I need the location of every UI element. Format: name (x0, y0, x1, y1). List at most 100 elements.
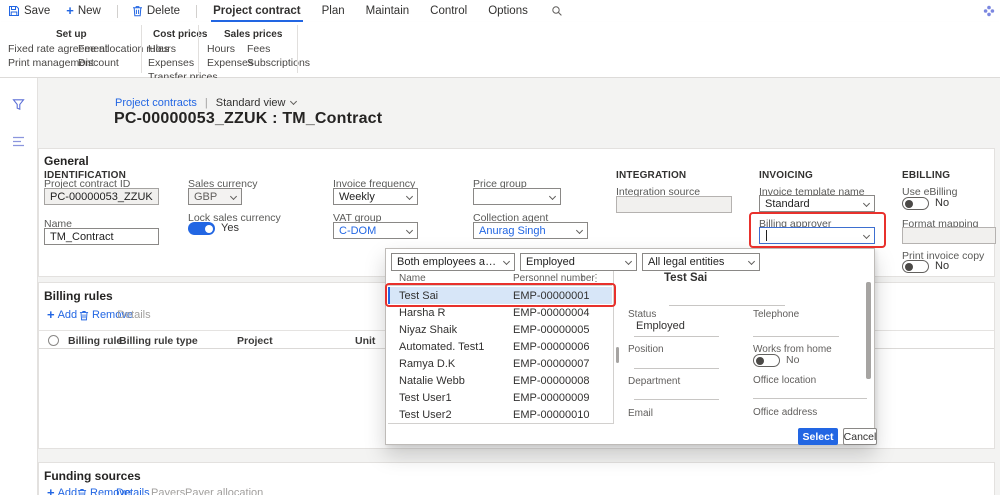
tab-project-contract[interactable]: Project contract (211, 0, 303, 22)
flyout-scrollbar[interactable] (866, 282, 871, 379)
details-label: Details (117, 309, 151, 321)
price-group-combo[interactable] (473, 188, 561, 205)
ribbon-item-cost-hours[interactable]: Hours (148, 43, 176, 55)
chevron-down-icon (624, 257, 633, 266)
cancel-button[interactable]: Cancel (843, 428, 877, 445)
select-button[interactable]: Select (798, 428, 838, 445)
row-personnel-number: EMP-00000008 (513, 375, 590, 387)
lookup-row-natalie-webb[interactable]: Natalie Webb EMP-00000008 (388, 372, 612, 389)
breadcrumb: Project contracts | Standard view (115, 97, 297, 109)
payers-label: Payers (151, 487, 186, 495)
use-ebilling-toggle[interactable] (902, 197, 929, 210)
add-label: Add (57, 487, 78, 495)
invoice-frequency-value: Weekly (339, 190, 375, 203)
filter-funnel-icon[interactable] (12, 98, 25, 111)
save-button[interactable]: Save (8, 5, 50, 17)
vat-group-value: C-DOM (339, 224, 377, 237)
kebab-menu-icon[interactable]: ⋮ (591, 273, 601, 284)
employment-filter-combo[interactable]: Employed (520, 253, 637, 271)
row-personnel-number: EMP-00000007 (513, 358, 590, 370)
status-value: Employed (636, 320, 685, 332)
ribbon-item-cost-expenses[interactable]: Expenses (148, 57, 194, 69)
row-personnel-number: EMP-00000001 (513, 290, 590, 302)
gear-icon[interactable] (983, 5, 995, 17)
row-name: Test Sai (399, 290, 439, 302)
funding-sources-payer-allocation-button[interactable]: Payer allocation (185, 487, 263, 495)
delete-label: Delete (146, 5, 181, 17)
task-list-icon[interactable] (12, 136, 25, 147)
lookup-row-ramya-dk[interactable]: Ramya D.K EMP-00000007 (388, 355, 612, 372)
print-invoice-copy-value: No (935, 260, 950, 272)
sales-currency-combo[interactable]: GBP (188, 188, 242, 205)
billing-rules-details-button[interactable]: Details (117, 309, 151, 321)
trash-icon (132, 5, 143, 17)
save-icon (8, 5, 20, 17)
legal-entity-filter-combo[interactable]: All legal entities (642, 253, 760, 271)
search-icon[interactable] (551, 5, 563, 17)
ribbon-item-fees[interactable]: Fees (247, 43, 270, 55)
billing-rules-section-title[interactable]: Billing rules (44, 289, 113, 303)
trash-icon (77, 488, 87, 495)
save-label: Save (24, 5, 51, 17)
lookup-row-test-sai[interactable]: Test Sai EMP-00000001 (388, 287, 612, 304)
lookup-row-test-user2[interactable]: Test User2 EMP-00000010 (388, 406, 612, 423)
print-invoice-copy-toggle[interactable] (902, 260, 929, 273)
select-all-radio[interactable] (48, 335, 59, 346)
new-button[interactable]: + New (66, 4, 101, 17)
invoice-frequency-combo[interactable]: Weekly (333, 188, 418, 205)
delete-button[interactable]: Delete (132, 5, 180, 17)
vat-group-combo[interactable]: C-DOM (333, 222, 418, 239)
chevron-down-icon (502, 257, 511, 266)
field-underline (753, 398, 867, 399)
breadcrumb-link-project-contracts[interactable]: Project contracts (115, 97, 197, 109)
tab-plan[interactable]: Plan (320, 0, 347, 22)
format-mapping-field (902, 227, 996, 244)
column-header-name[interactable]: Name (399, 273, 426, 284)
works-from-home-toggle[interactable] (753, 354, 780, 367)
lookup-row-harsha-r[interactable]: Harsha R EMP-00000004 (388, 304, 612, 321)
plus-icon: + (47, 307, 55, 322)
invoice-template-name-combo[interactable]: Standard (759, 195, 875, 212)
tab-maintain[interactable]: Maintain (364, 0, 411, 22)
breadcrumb-separator: | (204, 97, 208, 109)
lookup-row-test-user1[interactable]: Test User1 EMP-00000009 (388, 389, 612, 406)
ribbon-item-discount[interactable]: Discount (78, 57, 119, 69)
view-selector[interactable]: Standard view (216, 97, 297, 109)
project-contract-id-field[interactable] (44, 188, 159, 205)
lookup-row-niyaz-shaik[interactable]: Niyaz Shaik EMP-00000005 (388, 321, 612, 338)
status-label: Status (628, 309, 657, 320)
row-name: Automated. Test1 (399, 341, 485, 353)
funding-sources-details-button[interactable]: Details (116, 487, 150, 495)
ribbon-item-sales-hours[interactable]: Hours (207, 43, 235, 55)
legal-entity-filter-value: All legal entities (648, 256, 725, 268)
works-from-home-value: No (786, 354, 800, 366)
worker-type-filter-value: Both employees and contract... (397, 256, 498, 268)
tab-options[interactable]: Options (486, 0, 530, 22)
sort-ascending-icon: ↑ (580, 273, 585, 284)
grid-scrollbar[interactable] (616, 347, 619, 363)
collection-agent-combo[interactable]: Anurag Singh (473, 222, 588, 239)
tab-control[interactable]: Control (428, 0, 469, 22)
name-field[interactable] (44, 228, 159, 245)
funding-sources-section-title[interactable]: Funding sources (44, 469, 141, 483)
funding-sources-add-button[interactable]: + Add (47, 485, 78, 495)
column-header-unit[interactable]: Unit (355, 335, 375, 347)
divider (669, 305, 785, 306)
chevron-down-icon (575, 226, 584, 235)
billing-approver-combo[interactable] (759, 227, 875, 244)
column-header-billing-rule-type[interactable]: Billing rule type (119, 335, 198, 347)
plus-icon: + (47, 485, 55, 495)
collection-agent-value: Anurag Singh (479, 224, 546, 237)
column-header-billing-rule[interactable]: Billing rule (68, 335, 122, 347)
office-address-label: Office address (753, 407, 818, 418)
lookup-row-automated-test1[interactable]: Automated. Test1 EMP-00000006 (388, 338, 612, 355)
billing-rules-add-button[interactable]: + Add (47, 307, 77, 322)
preview-card-name: Test Sai (664, 272, 708, 284)
funding-sources-payers-button[interactable]: Payers (151, 487, 185, 495)
general-section-title[interactable]: General (44, 154, 89, 168)
ribbon-group-setup-label: Set up (56, 29, 87, 40)
column-header-project[interactable]: Project (237, 335, 273, 347)
worker-type-filter-combo[interactable]: Both employees and contract... (391, 253, 515, 271)
lock-sales-currency-toggle[interactable] (188, 222, 215, 235)
ribbon-item-subscriptions[interactable]: Subscriptions (247, 57, 310, 69)
